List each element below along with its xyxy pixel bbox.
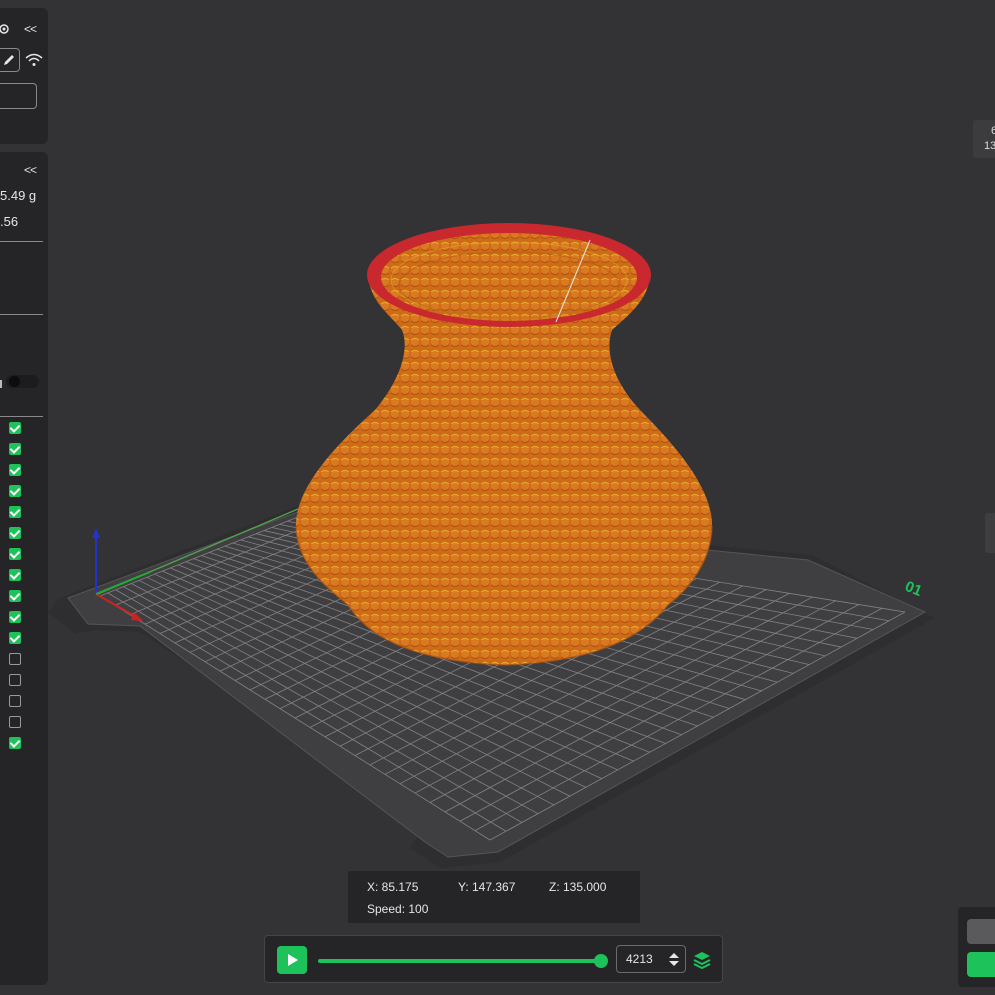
z-coordinate: Z: 135.000 (549, 880, 607, 894)
collapse-button[interactable]: << (24, 22, 37, 36)
chevron-down-icon[interactable] (669, 961, 679, 966)
preview-sidebar: << 5.49 g .56 (0, 152, 48, 985)
filament-cost: .56 (0, 214, 19, 229)
pencil-icon (4, 55, 14, 65)
layer-stepper[interactable]: 4213 (616, 945, 686, 973)
line-type-checkbox[interactable] (9, 737, 21, 749)
wifi-icon (25, 53, 43, 66)
printer-panel: << (0, 8, 48, 144)
edit-button[interactable] (0, 48, 20, 72)
line-type-checkbox[interactable] (9, 422, 21, 434)
line-type-checkbox[interactable] (9, 632, 21, 644)
3d-viewport[interactable]: 01 (0, 0, 995, 995)
divider (0, 241, 43, 242)
layer-value: 4213 (626, 952, 653, 966)
line-type-checkbox[interactable] (9, 653, 21, 665)
line-type-checkbox[interactable] (9, 527, 21, 539)
chevron-up-icon[interactable] (669, 953, 679, 958)
line-type-checkbox[interactable] (9, 716, 21, 728)
layer-slider-handle[interactable] (985, 513, 995, 553)
divider (0, 416, 43, 417)
stats-panel: 6 13 (973, 120, 995, 158)
stats-line: 13 (984, 140, 995, 152)
printer-select[interactable] (0, 83, 37, 109)
filament-weight: 5.49 g (0, 188, 37, 203)
progress-slider[interactable] (318, 959, 602, 963)
divider (0, 314, 43, 315)
gear-icon[interactable] (0, 22, 14, 36)
layers-icon[interactable] (692, 950, 712, 970)
x-coordinate: X: 85.175 (367, 880, 419, 894)
y-coordinate: Y: 147.367 (458, 880, 516, 894)
toggle-switch[interactable] (6, 375, 39, 388)
line-type-checkbox[interactable] (9, 443, 21, 455)
line-type-checkbox[interactable] (9, 569, 21, 581)
position-readout: X: 85.175 Y: 147.367 Z: 135.000 Speed: 1… (348, 871, 640, 923)
line-type-checkbox[interactable] (9, 485, 21, 497)
play-button[interactable] (277, 946, 307, 974)
action-panel (958, 907, 995, 987)
plate-label: 01 (903, 578, 925, 600)
vase-model (295, 223, 713, 666)
line-type-checkbox[interactable] (9, 506, 21, 518)
playback-bar: 4213 (264, 935, 723, 983)
secondary-button[interactable] (967, 919, 995, 944)
line-type-checkbox[interactable] (9, 674, 21, 686)
line-type-checkbox[interactable] (9, 695, 21, 707)
line-type-checkbox[interactable] (9, 464, 21, 476)
print-button[interactable] (967, 952, 995, 977)
line-type-checkbox[interactable] (9, 548, 21, 560)
speed-readout: Speed: 100 (367, 902, 429, 916)
line-type-checkbox[interactable] (9, 590, 21, 602)
progress-thumb[interactable] (594, 954, 608, 968)
line-type-checkbox[interactable] (9, 611, 21, 623)
stats-line: 6 (991, 125, 995, 137)
collapse-button[interactable]: << (24, 163, 37, 177)
